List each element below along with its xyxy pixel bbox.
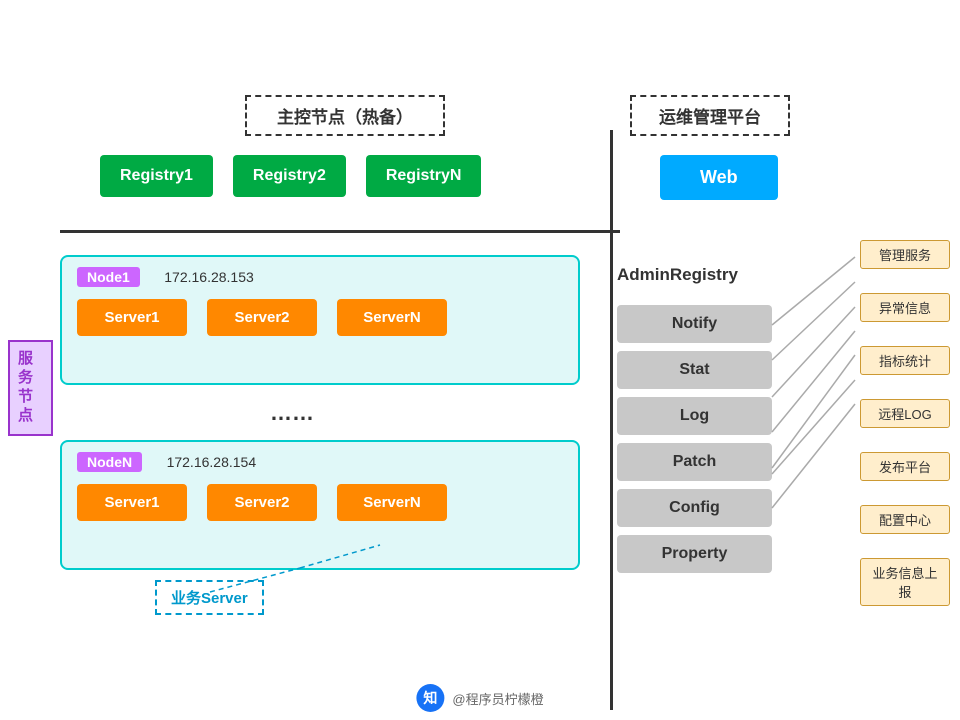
notify-box: Notify [617,305,772,343]
stat-box: Stat [617,351,772,389]
mgmt-label-4: 发布平台 [860,452,950,481]
nodeN-server2: Server2 [207,484,317,521]
registry1-box: Registry1 [100,155,213,197]
nodeN-ip: 172.16.28.154 [167,454,257,470]
watermark: 知 @程序员柠檬橙 [416,684,543,712]
node1-label: Node1 [77,267,140,287]
mgmt-labels: 管理服务 异常信息 指标统计 远程LOG 发布平台 配置中心 业务信息上报 [860,240,950,606]
property-box: Property [617,535,772,573]
web-box: Web [660,155,778,200]
dots-separator: …… [270,400,314,426]
main-control-label: 主控节点（热备） [245,95,445,136]
config-box: Config [617,489,772,527]
node1-container: Node1 172.16.28.153 Server1 Server2 Serv… [60,255,580,385]
node1-server-row: Server1 Server2 ServerN [77,299,563,336]
node1-ip: 172.16.28.153 [164,269,254,285]
nodeN-server-row: Server1 Server2 ServerN [77,484,563,521]
watermark-text: @程序员柠檬橙 [452,689,543,708]
node1-serverN: ServerN [337,299,447,336]
registry-row: Registry1 Registry2 RegistryN [100,155,481,197]
admin-registry-label: AdminRegistry [617,265,738,285]
nodeN-container: NodeN 172.16.28.154 Server1 Server2 Serv… [60,440,580,570]
mgmt-label-6: 业务信息上报 [860,558,950,606]
business-server-label: 业务Server [155,580,264,615]
watermark-symbol: 知 [416,684,444,712]
mgmt-label-5: 配置中心 [860,505,950,534]
mgmt-label-2: 指标统计 [860,346,950,375]
nodeN-server1: Server1 [77,484,187,521]
node1-server2: Server2 [207,299,317,336]
horizontal-divider [60,230,620,233]
ops-mgmt-label: 运维管理平台 [630,95,790,136]
nodeN-serverN: ServerN [337,484,447,521]
mgmt-label-3: 远程LOG [860,399,950,428]
patch-box: Patch [617,443,772,481]
main-container: 主控节点（热备） 运维管理平台 Registry1 Registry2 Regi… [0,0,960,720]
registry2-box: Registry2 [233,155,346,197]
service-node-label: 服务节点 [8,340,53,436]
nodeN-label: NodeN [77,452,142,472]
registryN-box: RegistryN [366,155,482,197]
mgmt-label-1: 异常信息 [860,293,950,322]
right-services: Notify Stat Log Patch Config Property [617,305,772,573]
log-box: Log [617,397,772,435]
mgmt-label-0: 管理服务 [860,240,950,269]
vertical-divider [610,130,613,710]
node1-server1: Server1 [77,299,187,336]
